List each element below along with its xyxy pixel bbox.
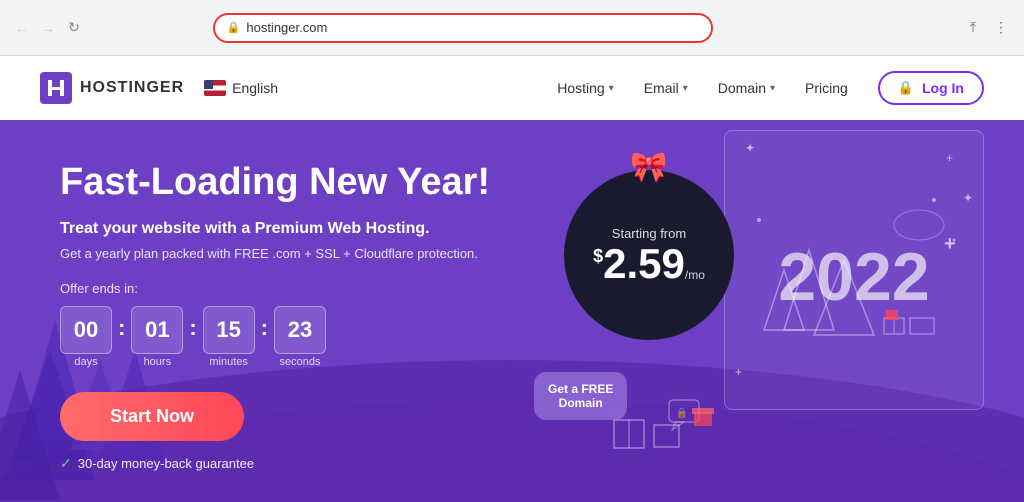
- reload-button[interactable]: ↻: [64, 18, 84, 38]
- hosting-chevron-icon: ▾: [609, 83, 614, 94]
- browser-actions: ⤒ ⋮: [962, 17, 1012, 39]
- price-circle: 🎀 Starting from $ 2.59 /mo: [564, 170, 734, 340]
- star-icon-3: ✦: [963, 191, 973, 205]
- forward-button[interactable]: →: [38, 18, 58, 38]
- nav-email-label: Email: [644, 80, 679, 96]
- seconds-label: seconds: [279, 356, 320, 368]
- offer-label: Offer ends in:: [60, 281, 580, 296]
- page: HOSTINGER English Hosting ▾ Email ▾ Doma…: [0, 56, 1024, 502]
- lock-icon: 🔒: [227, 21, 241, 34]
- days-value: 00: [60, 306, 112, 354]
- url-text: hostinger.com: [246, 20, 327, 35]
- countdown-seconds: 23 seconds: [274, 306, 326, 368]
- star-icon-1: ✦: [745, 141, 755, 155]
- login-label: Log In: [922, 80, 964, 96]
- price-amount: $ 2.59 /mo: [593, 243, 705, 285]
- logo-area[interactable]: HOSTINGER: [40, 72, 184, 104]
- money-back-text: 30-day money-back guarantee: [78, 456, 254, 471]
- email-chevron-icon: ▾: [683, 83, 688, 94]
- domain-chevron-icon: ▾: [770, 83, 775, 94]
- countdown-separator-3: :: [261, 315, 268, 341]
- price-starting-text: Starting from: [612, 226, 686, 241]
- navbar: HOSTINGER English Hosting ▾ Email ▾ Doma…: [0, 56, 1024, 120]
- nav-links: Hosting ▾ Email ▾ Domain ▾ Pricing 🔒 Log…: [557, 71, 984, 105]
- nav-domain[interactable]: Domain ▾: [718, 80, 775, 96]
- browser-nav-buttons: ← → ↻: [12, 18, 84, 38]
- countdown-separator-2: :: [189, 315, 196, 341]
- nav-hosting[interactable]: Hosting ▾: [557, 80, 614, 96]
- hero-section: Fast-Loading New Year! Treat your websit…: [0, 120, 1024, 502]
- free-domain-text: Get a FREEDomain: [548, 382, 613, 410]
- countdown-hours: 01 hours: [131, 306, 183, 368]
- hero-right-decoration: 🎀 Starting from $ 2.59 /mo Get a FREEDom…: [544, 130, 984, 470]
- seconds-value: 23: [274, 306, 326, 354]
- hero-description: Get a yearly plan packed with FREE .com …: [60, 246, 580, 261]
- start-now-button[interactable]: Start Now: [60, 392, 244, 441]
- countdown-separator-1: :: [118, 315, 125, 341]
- countdown-days: 00 days: [60, 306, 112, 368]
- language-text: English: [232, 80, 278, 96]
- minutes-value: 15: [203, 306, 255, 354]
- hero-subtitle: Treat your website with a Premium Web Ho…: [60, 220, 580, 238]
- svg-text:+: +: [944, 233, 956, 255]
- days-label: days: [74, 356, 97, 368]
- nav-pricing[interactable]: Pricing: [805, 80, 848, 96]
- price-per: /mo: [685, 269, 705, 281]
- nav-hosting-label: Hosting: [557, 80, 604, 96]
- svg-text:🔒: 🔒: [676, 407, 688, 419]
- minutes-label: minutes: [209, 356, 248, 368]
- hero-content: Fast-Loading New Year! Treat your websit…: [60, 160, 580, 472]
- menu-button[interactable]: ⋮: [990, 17, 1012, 39]
- star-icon-4: +: [735, 365, 742, 379]
- free-domain-bubble: Get a FREEDomain: [534, 372, 627, 420]
- hours-value: 01: [131, 306, 183, 354]
- language-selector[interactable]: English: [204, 80, 278, 96]
- year-graphic: ✦ + ✦ + 2022 +: [724, 130, 984, 410]
- logo-text: HOSTINGER: [80, 79, 184, 97]
- countdown-timer: 00 days : 01 hours : 15 minutes : 23 sec…: [60, 306, 580, 368]
- address-bar[interactable]: 🔒 hostinger.com: [213, 13, 713, 43]
- login-button[interactable]: 🔒 Log In: [878, 71, 984, 105]
- back-button[interactable]: ←: [12, 18, 32, 38]
- nav-pricing-label: Pricing: [805, 80, 848, 96]
- countdown-minutes: 15 minutes: [203, 306, 255, 368]
- browser-chrome: ← → ↻ 🔒 hostinger.com ⤒ ⋮: [0, 0, 1024, 56]
- money-back-guarantee: ✓ 30-day money-back guarantee: [60, 455, 580, 472]
- illustration-svg: 2022 +: [734, 170, 974, 370]
- svg-text:2022: 2022: [778, 239, 929, 315]
- nav-email[interactable]: Email ▾: [644, 80, 688, 96]
- hours-label: hours: [144, 356, 172, 368]
- price-dollar: $: [593, 247, 603, 265]
- lock-login-icon: 🔒: [898, 80, 914, 96]
- price-main: 2.59: [603, 243, 685, 285]
- bookmark-button[interactable]: ⤒: [962, 17, 984, 39]
- check-icon: ✓: [60, 455, 72, 472]
- hostinger-logo-icon: [40, 72, 72, 104]
- star-icon-2: +: [946, 151, 953, 165]
- nav-domain-label: Domain: [718, 80, 766, 96]
- hero-title: Fast-Loading New Year!: [60, 160, 580, 206]
- bow-icon: 🎀: [630, 150, 667, 185]
- flag-icon: [204, 80, 226, 96]
